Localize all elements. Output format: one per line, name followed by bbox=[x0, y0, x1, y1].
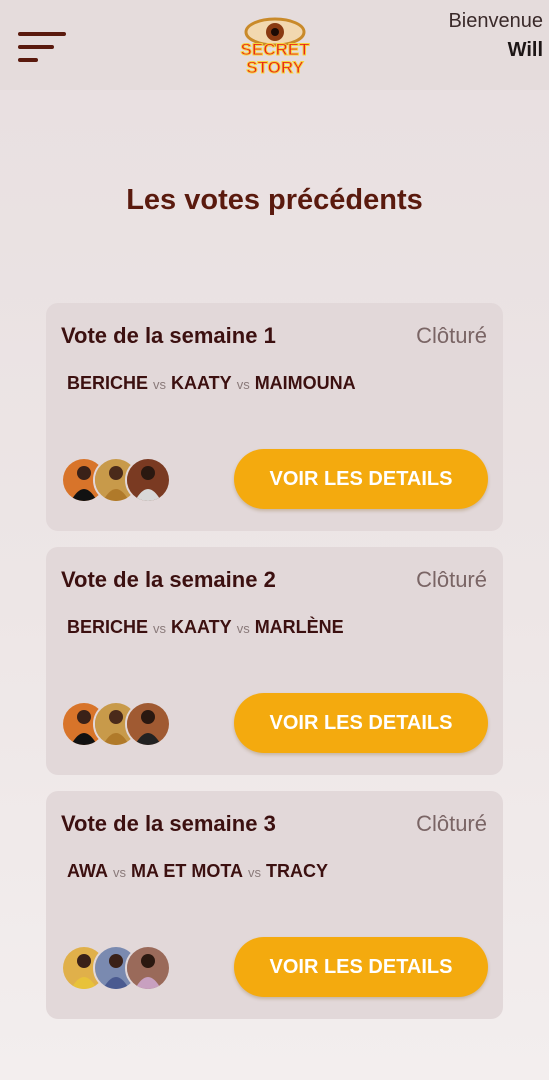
welcome-block: Bienvenue Will bbox=[448, 10, 543, 62]
vote-status: Clôturé bbox=[416, 811, 487, 836]
vs-separator: vs bbox=[248, 865, 261, 880]
vote-card-week-3: Vote de la semaine 3 Clôturé AWA vs MA ET … bbox=[46, 791, 503, 1019]
user-name: Will bbox=[507, 39, 543, 61]
vs-separator: vs bbox=[153, 621, 167, 636]
candidate-name: KAATY bbox=[171, 373, 232, 393]
page-title: Les votes précédents bbox=[126, 184, 423, 216]
candidate-name: KAATY bbox=[171, 617, 232, 637]
vote-card-title: Vote de la semaine 3 bbox=[61, 811, 276, 836]
view-details-button[interactable]: VOIR LES DETAILS bbox=[234, 937, 488, 997]
candidate-name: MARLÈNE bbox=[254, 617, 344, 637]
candidate-name: TRACY bbox=[266, 861, 328, 881]
candidate-avatars bbox=[61, 945, 171, 991]
vs-separator: vs bbox=[236, 621, 250, 636]
vote-card-title: Vote de la semaine 2 bbox=[61, 567, 276, 592]
candidate-avatar bbox=[125, 701, 171, 747]
view-details-button[interactable]: VOIR LES DETAILS bbox=[234, 449, 488, 509]
vote-card-week-1: Vote de la semaine 1 Clôturé BERICHE vs KA… bbox=[46, 303, 503, 531]
vote-matchup: AWA vs MA ET MOTA vs TRACY bbox=[67, 861, 328, 882]
vote-card-week-2: Vote de la semaine 2 Clôturé BERICHE vs KA… bbox=[46, 547, 503, 775]
candidate-name: MA ET MOTA bbox=[131, 861, 243, 881]
vs-separator: vs bbox=[113, 865, 127, 880]
vote-matchup: BERICHE vs KAATY vs MARLÈNE bbox=[67, 617, 344, 638]
candidate-name: BERICHE bbox=[67, 373, 149, 393]
candidate-name: AWA bbox=[67, 861, 109, 881]
candidate-avatars bbox=[61, 701, 171, 747]
candidate-avatar bbox=[125, 945, 171, 991]
vote-matchup: BERICHE vs KAATY vs MAIMOUNA bbox=[67, 373, 356, 394]
vote-card-title: Vote de la semaine 1 bbox=[61, 323, 276, 348]
vs-separator: vs bbox=[153, 377, 167, 392]
candidate-name: BERICHE bbox=[67, 617, 149, 637]
secret-story-logo[interactable]: SECRET STORY bbox=[236, 16, 314, 80]
vs-separator: vs bbox=[236, 377, 250, 392]
welcome-label: Bienvenue bbox=[448, 10, 543, 32]
app-header: SECRET STORY Bienvenue Will bbox=[0, 0, 549, 90]
hamburger-menu-icon[interactable] bbox=[18, 30, 68, 66]
candidate-name: MAIMOUNA bbox=[254, 373, 356, 393]
vote-status: Clôturé bbox=[416, 567, 487, 592]
candidate-avatars bbox=[61, 457, 171, 503]
vote-status: Clôturé bbox=[416, 323, 487, 348]
view-details-button[interactable]: VOIR LES DETAILS bbox=[234, 693, 488, 753]
candidate-avatar bbox=[125, 457, 171, 503]
svg-text:SECRET: SECRET bbox=[241, 40, 311, 59]
svg-text:STORY: STORY bbox=[246, 58, 304, 77]
